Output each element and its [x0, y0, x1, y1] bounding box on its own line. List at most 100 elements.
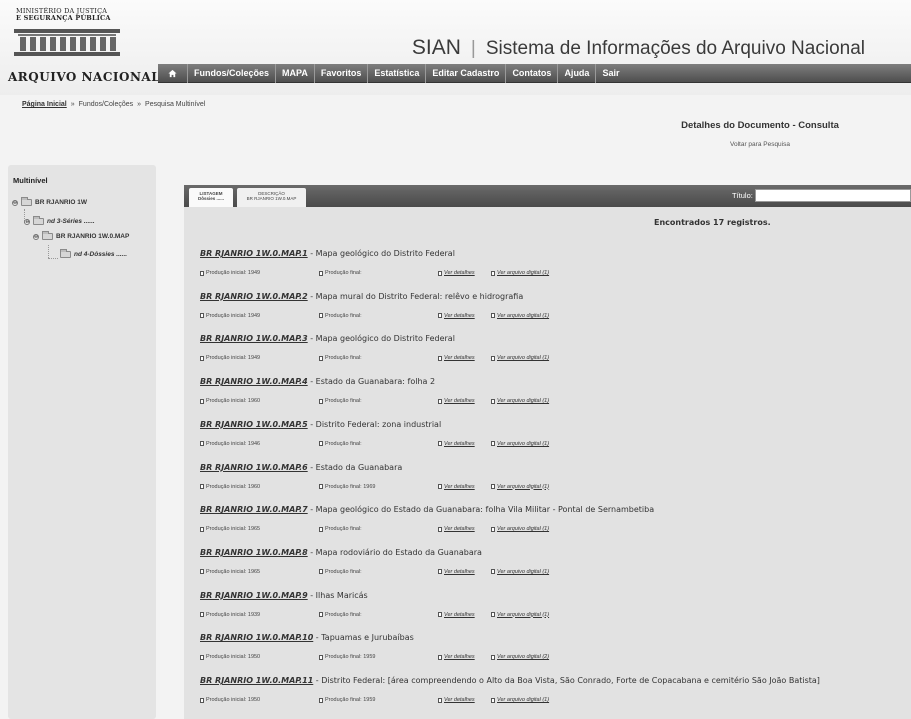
folder-icon — [60, 249, 71, 258]
nav-fundos-colecoes[interactable]: Fundos/Coleções — [188, 64, 277, 83]
nav-estatistica[interactable]: Estatística — [368, 64, 427, 83]
record-prod-inicial: Produção inicial: 1965 — [200, 526, 260, 532]
record-code-link[interactable]: BR RJANRIO 1W.0.MAP.10 — [200, 633, 313, 642]
collapse-icon[interactable]: ⊖ — [24, 218, 30, 225]
record-prod-final: Produção final: — [319, 569, 362, 575]
ver-detalhes-link[interactable]: Ver detalhes — [444, 697, 475, 703]
titulo-input[interactable] — [755, 189, 911, 202]
document-icon — [438, 441, 442, 447]
results-panel: LISTAGEM Dôssies ...... DESCRIÇÃO BR RJA… — [184, 185, 911, 719]
record-details: Ver detalhes — [438, 398, 475, 404]
ver-detalhes-link[interactable]: Ver detalhes — [444, 355, 475, 361]
record-description: - Distrito Federal: zona industrial — [307, 419, 442, 429]
document-icon — [438, 398, 442, 404]
record-code-link[interactable]: BR RJANRIO 1W.0.MAP.9 — [200, 591, 308, 600]
nav-ajuda[interactable]: Ajuda — [558, 64, 597, 83]
record-digital: Ver arquivo digital (1) — [491, 398, 549, 404]
record-code-link[interactable]: BR RJANRIO 1W.0.MAP.6 — [200, 463, 308, 472]
document-icon — [438, 313, 442, 319]
breadcrumb-pesquisa: Pesquisa Multinível — [145, 101, 206, 108]
record-code-link[interactable]: BR RJANRIO 1W.0.MAP.3 — [200, 334, 308, 343]
nav-home[interactable] — [158, 64, 188, 83]
record-code-link[interactable]: BR RJANRIO 1W.0.MAP.1 — [200, 249, 308, 258]
nav-mapa[interactable]: MAPA — [276, 64, 315, 83]
tab-descricao-line2: BR RJANRIO 1W.0.MAP — [246, 196, 297, 201]
multinivel-sidebar: Multinível ⊖ BR RJANRIO 1W ⊖ nd 3-Séries… — [8, 165, 156, 719]
record-digital: Ver arquivo digital (1) — [491, 697, 549, 703]
tree-node-br-rjanrio-1w-0-map[interactable]: ⊖ BR RJANRIO 1W.0.MAP — [33, 231, 129, 240]
record-prod-inicial: Produção inicial: 1949 — [200, 270, 260, 276]
document-icon — [319, 697, 323, 703]
ver-detalhes-link[interactable]: Ver detalhes — [444, 612, 475, 618]
ver-detalhes-link[interactable]: Ver detalhes — [444, 270, 475, 276]
main-nav: Fundos/Coleções MAPA Favoritos Estatísti… — [158, 64, 911, 83]
folder-icon — [21, 197, 32, 206]
ver-arquivo-digital-link[interactable]: Ver arquivo digital (1) — [497, 484, 549, 490]
record-code-link[interactable]: BR RJANRIO 1W.0.MAP.5 — [200, 420, 308, 429]
ver-detalhes-link[interactable]: Ver detalhes — [444, 654, 475, 660]
ver-detalhes-link[interactable]: Ver detalhes — [444, 441, 475, 447]
record-code-link[interactable]: BR RJANRIO 1W.0.MAP.7 — [200, 505, 308, 514]
tree-node-label: BR RJANRIO 1W — [35, 199, 88, 206]
ver-arquivo-digital-link[interactable]: Ver arquivo digital (1) — [497, 697, 549, 703]
nav-sair[interactable]: Sair — [596, 64, 625, 83]
document-icon — [200, 697, 204, 703]
document-icon — [319, 526, 323, 532]
collapse-icon[interactable]: ⊖ — [33, 233, 39, 240]
record-digital: Ver arquivo digital (1) — [491, 484, 549, 490]
record-description: - Mapa geológico do Distrito Federal — [307, 334, 455, 344]
ver-detalhes-link[interactable]: Ver detalhes — [444, 398, 475, 404]
ver-arquivo-digital-link[interactable]: Ver arquivo digital (1) — [497, 612, 549, 618]
results-count: Encontrados 17 registros. — [654, 218, 771, 227]
ver-arquivo-digital-link[interactable]: Ver arquivo digital (1) — [497, 313, 549, 319]
ver-arquivo-digital-link[interactable]: Ver arquivo digital (1) — [497, 526, 549, 532]
collapse-icon[interactable]: ⊖ — [12, 199, 18, 206]
document-icon — [200, 313, 204, 319]
tab-listagem[interactable]: LISTAGEM Dôssies ...... — [189, 188, 233, 207]
nav-contatos[interactable]: Contatos — [506, 64, 559, 83]
record-meta-row: Produção inicial: 1949 Produção final: Ver… — [200, 355, 900, 364]
record-meta-row: Produção inicial: 1946 Produção final: Ver… — [200, 441, 900, 450]
ver-arquivo-digital-link[interactable]: Ver arquivo digital (1) — [497, 270, 549, 276]
tree-node-nd-3-series[interactable]: ⊖ nd 3-Séries ...... — [24, 216, 95, 225]
ver-detalhes-link[interactable]: Ver detalhes — [444, 313, 475, 319]
record-details: Ver detalhes — [438, 697, 475, 703]
ver-arquivo-digital-link[interactable]: Ver arquivo digital (2) — [497, 654, 549, 660]
tree-node-nd-4-dossies[interactable]: nd 4-Dôssies ...... — [60, 249, 127, 258]
document-icon — [200, 355, 204, 361]
building-icon — [14, 29, 120, 56]
document-icon — [319, 398, 323, 404]
ver-arquivo-digital-link[interactable]: Ver arquivo digital (1) — [497, 355, 549, 361]
tab-descricao[interactable]: DESCRIÇÃO BR RJANRIO 1W.0.MAP — [237, 188, 306, 207]
record-title: BR RJANRIO 1W.0.MAP.2 - Mapa mural do Di… — [200, 292, 523, 301]
document-icon — [491, 355, 495, 361]
ver-arquivo-digital-link[interactable]: Ver arquivo digital (1) — [497, 398, 549, 404]
record-code-link[interactable]: BR RJANRIO 1W.0.MAP.4 — [200, 377, 308, 386]
record-code-link[interactable]: BR RJANRIO 1W.0.MAP.8 — [200, 548, 308, 557]
record-prod-final: Produção final: 1959 — [319, 654, 375, 660]
document-icon — [438, 569, 442, 575]
document-icon — [200, 484, 204, 489]
ver-detalhes-link[interactable]: Ver detalhes — [444, 569, 475, 575]
record-details: Ver detalhes — [438, 441, 475, 447]
back-to-search-link[interactable]: Voltar para Pesquisa — [730, 141, 790, 148]
document-icon — [491, 569, 495, 575]
document-icon — [319, 654, 323, 660]
record-title: BR RJANRIO 1W.0.MAP.5 - Distrito Federal… — [200, 420, 441, 429]
nav-editar-cadastro[interactable]: Editar Cadastro — [426, 64, 507, 83]
nav-favoritos[interactable]: Favoritos — [315, 64, 369, 83]
record-code-link[interactable]: BR RJANRIO 1W.0.MAP.2 — [200, 292, 308, 301]
record-code-link[interactable]: BR RJANRIO 1W.0.MAP.11 — [200, 676, 313, 685]
ver-arquivo-digital-link[interactable]: Ver arquivo digital (1) — [497, 569, 549, 575]
record-title: BR RJANRIO 1W.0.MAP.1 - Mapa geológico d… — [200, 249, 455, 258]
record-digital: Ver arquivo digital (1) — [491, 355, 549, 361]
arquivo-nacional-logo[interactable]: MINISTÉRIO DA JUSTIÇA E SEGURANÇA PÚBLIC… — [6, 8, 160, 88]
document-heading: Detalhes do Documento - Consulta Voltar … — [650, 120, 870, 150]
tree-node-br-rjanrio-1w[interactable]: ⊖ BR RJANRIO 1W — [12, 197, 88, 206]
breadcrumb-home-link[interactable]: Página Inicial — [22, 101, 67, 108]
record-prod-final-text: Produção final: — [325, 312, 362, 319]
ver-detalhes-link[interactable]: Ver detalhes — [444, 484, 475, 490]
ver-detalhes-link[interactable]: Ver detalhes — [444, 526, 475, 532]
ver-arquivo-digital-link[interactable]: Ver arquivo digital (1) — [497, 441, 549, 447]
record-digital: Ver arquivo digital (1) — [491, 612, 549, 618]
